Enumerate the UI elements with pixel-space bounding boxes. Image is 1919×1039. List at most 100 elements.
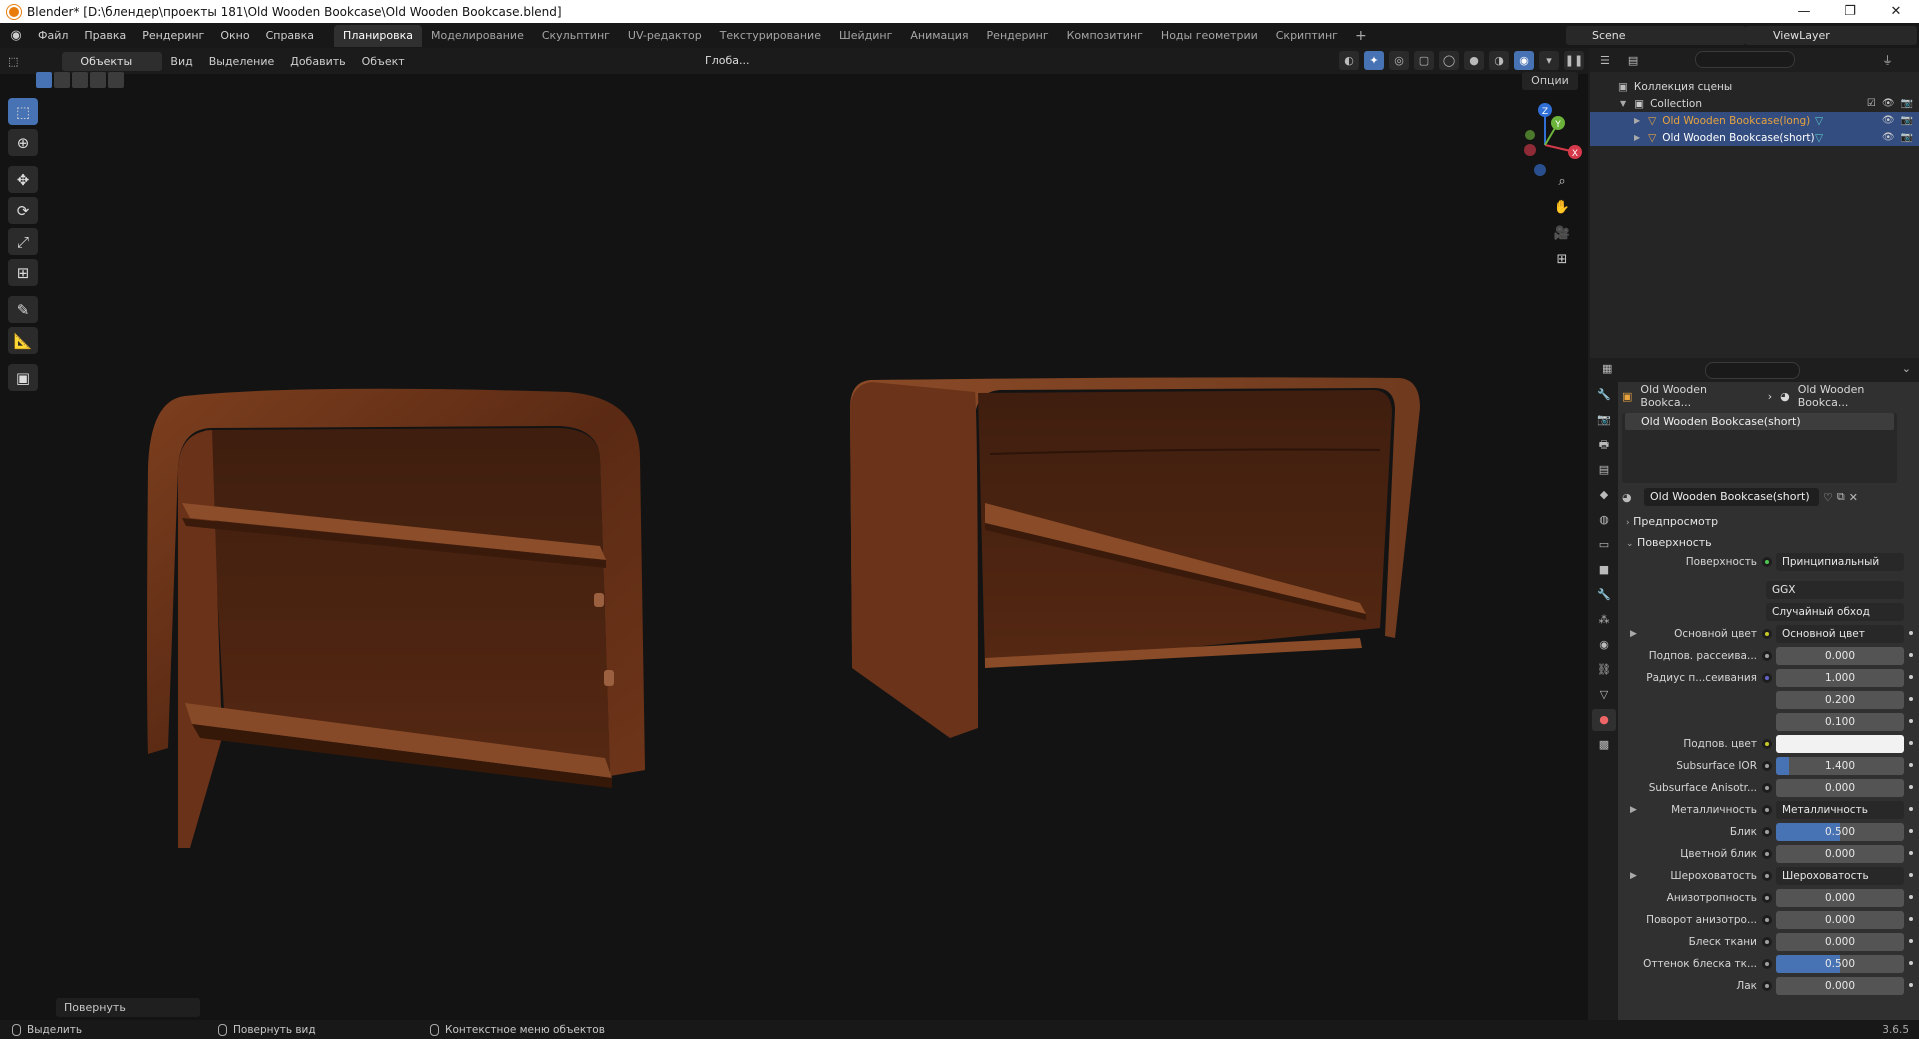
- tab-animation[interactable]: Анимация: [901, 25, 977, 47]
- tab-rendering[interactable]: Рендеринг: [978, 25, 1058, 47]
- menu-window[interactable]: Окно: [212, 23, 257, 48]
- socket-icon[interactable]: [1762, 805, 1772, 815]
- menu-select[interactable]: Выделение: [201, 55, 283, 68]
- measure-tool-icon[interactable]: 📐: [8, 327, 38, 354]
- socket-icon[interactable]: [1762, 915, 1772, 925]
- rendered-shading-icon[interactable]: ◉: [1514, 51, 1534, 70]
- overlay-toggle-icon[interactable]: ◎: [1389, 51, 1409, 70]
- particles-tab-icon[interactable]: ⁂: [1592, 609, 1616, 631]
- properties-search-input[interactable]: [1705, 362, 1800, 379]
- shading-options-icon[interactable]: ▾: [1539, 51, 1559, 70]
- xray-toggle-icon[interactable]: ▢: [1414, 51, 1434, 70]
- select-box-tool-icon[interactable]: ⬚: [8, 98, 38, 125]
- socket-icon[interactable]: [1762, 783, 1772, 793]
- subsurface-method-dropdown[interactable]: Случайный обход: [1766, 603, 1904, 621]
- keyframe-dot-icon[interactable]: [1909, 983, 1913, 987]
- keyframe-dot-icon[interactable]: [1909, 741, 1913, 745]
- socket-icon[interactable]: [1762, 937, 1772, 947]
- camera-view-icon[interactable]: 🎥: [1552, 224, 1572, 244]
- annotate-tool-icon[interactable]: ✎: [8, 296, 38, 323]
- menu-edit[interactable]: Правка: [76, 23, 134, 48]
- material-name-field[interactable]: Old Wooden Bookcase(short): [1644, 488, 1819, 506]
- keyframe-dot-icon[interactable]: [1909, 917, 1913, 921]
- menu-add[interactable]: Добавить: [282, 55, 353, 68]
- param-value-field[interactable]: 0.100: [1776, 713, 1904, 731]
- distribution-dropdown[interactable]: GGX: [1766, 581, 1904, 599]
- socket-icon[interactable]: [1762, 827, 1772, 837]
- object-tab-icon[interactable]: ■: [1592, 559, 1616, 581]
- param-value-field[interactable]: 0.500: [1776, 955, 1904, 973]
- cursor-tool-icon[interactable]: ⊕: [8, 129, 38, 156]
- preview-panel-header[interactable]: › Предпросмотр: [1622, 511, 1917, 532]
- navigation-gizmo[interactable]: Z X Y: [1500, 90, 1588, 200]
- param-value-field[interactable]: 0.000: [1776, 889, 1904, 907]
- options-chevron-icon[interactable]: ⌄: [1902, 362, 1911, 375]
- socket-icon[interactable]: [1762, 871, 1772, 881]
- keyframe-dot-icon[interactable]: [1909, 851, 1913, 855]
- tab-sculpting[interactable]: Скульптинг: [533, 25, 619, 47]
- transform-orientation-select[interactable]: Глоба...: [683, 52, 757, 70]
- outliner-collection[interactable]: ▼ ▣ Collection ☑ 👁 📷: [1590, 95, 1919, 112]
- close-button[interactable]: ✕: [1873, 0, 1919, 23]
- select-extend-icon[interactable]: [54, 72, 70, 88]
- keyframe-dot-icon[interactable]: [1909, 697, 1913, 701]
- param-value-field[interactable]: 0.000: [1776, 933, 1904, 951]
- outliner-search-input[interactable]: [1695, 51, 1795, 68]
- view-layer-selector[interactable]: ViewLayer: [1745, 26, 1917, 45]
- socket-icon[interactable]: [1762, 761, 1772, 771]
- gizmo-toggle-icon[interactable]: ✦: [1364, 51, 1384, 70]
- param-link-field[interactable]: Шероховатость: [1776, 867, 1904, 885]
- mesh-data-icon[interactable]: ▽: [1815, 115, 1823, 127]
- filter-icon[interactable]: ⏚: [1882, 52, 1893, 68]
- color-swatch[interactable]: [1776, 735, 1904, 753]
- material-slot-item[interactable]: Old Wooden Bookcase(short): [1625, 413, 1894, 430]
- camera-icon[interactable]: 📷: [1901, 98, 1913, 109]
- tab-scripting[interactable]: Скриптинг: [1267, 25, 1347, 47]
- view-layer-tab-icon[interactable]: ▤: [1592, 459, 1616, 481]
- select-intersect-icon[interactable]: [108, 72, 124, 88]
- tab-uv-editing[interactable]: UV-редактор: [619, 25, 711, 47]
- visibility-icon[interactable]: ◐: [1339, 51, 1359, 70]
- blender-logo-icon[interactable]: ◉: [8, 28, 24, 43]
- bookcase-long-model[interactable]: [850, 377, 1420, 738]
- keyframe-dot-icon[interactable]: [1909, 961, 1913, 965]
- zoom-icon[interactable]: ⌕: [1552, 172, 1572, 192]
- texture-tab-icon[interactable]: ▩: [1592, 734, 1616, 756]
- menu-file[interactable]: Файл: [30, 23, 76, 48]
- gizmo-neg-z[interactable]: [1534, 164, 1546, 176]
- eye-icon[interactable]: 👁: [1882, 98, 1895, 109]
- tab-modeling[interactable]: Моделирование: [422, 25, 533, 47]
- keyframe-dot-icon[interactable]: [1909, 763, 1913, 767]
- constraints-tab-icon[interactable]: ⛓: [1592, 659, 1616, 681]
- camera-icon[interactable]: 📷: [1901, 115, 1913, 126]
- expand-arrow-icon[interactable]: ▶: [1630, 625, 1637, 643]
- gizmo-neg-x[interactable]: [1524, 144, 1536, 156]
- move-tool-icon[interactable]: ✥: [8, 166, 38, 193]
- scale-tool-icon[interactable]: ⤢: [8, 228, 38, 255]
- expand-arrow-icon[interactable]: ▶: [1634, 116, 1640, 125]
- browse-material-icon[interactable]: ◕: [1622, 491, 1640, 504]
- socket-icon[interactable]: [1762, 981, 1772, 991]
- scene-selector[interactable]: Scene: [1566, 26, 1746, 45]
- transform-tool-icon[interactable]: ⊞: [8, 259, 38, 286]
- material-tab-icon[interactable]: ●: [1592, 709, 1616, 731]
- param-value-field[interactable]: 0.000: [1776, 845, 1904, 863]
- param-link-field[interactable]: Металличность: [1776, 801, 1904, 819]
- scene-tab-icon[interactable]: ◆: [1592, 484, 1616, 506]
- surface-shader-field[interactable]: Принципиальный BSDF: [1776, 553, 1904, 571]
- socket-icon[interactable]: [1762, 893, 1772, 903]
- minimize-button[interactable]: —: [1781, 0, 1827, 23]
- outliner-object-short[interactable]: ▶ ▽ Old Wooden Bookcase(short) ▽ 👁 📷: [1590, 129, 1919, 146]
- socket-icon[interactable]: [1762, 673, 1772, 683]
- keyframe-dot-icon[interactable]: [1909, 895, 1913, 899]
- maximize-button[interactable]: ❐: [1827, 0, 1873, 23]
- display-mode-icon[interactable]: ▤: [1628, 54, 1638, 67]
- wireframe-shading-icon[interactable]: ◯: [1439, 51, 1459, 70]
- select-invert-icon[interactable]: [90, 72, 106, 88]
- param-value-field[interactable]: 0.000: [1776, 647, 1904, 665]
- select-new-icon[interactable]: [36, 72, 52, 88]
- keyframe-dot-icon[interactable]: [1909, 719, 1913, 723]
- keyframe-dot-icon[interactable]: [1909, 873, 1913, 877]
- menu-object[interactable]: Объект: [354, 55, 413, 68]
- socket-icon[interactable]: [1762, 849, 1772, 859]
